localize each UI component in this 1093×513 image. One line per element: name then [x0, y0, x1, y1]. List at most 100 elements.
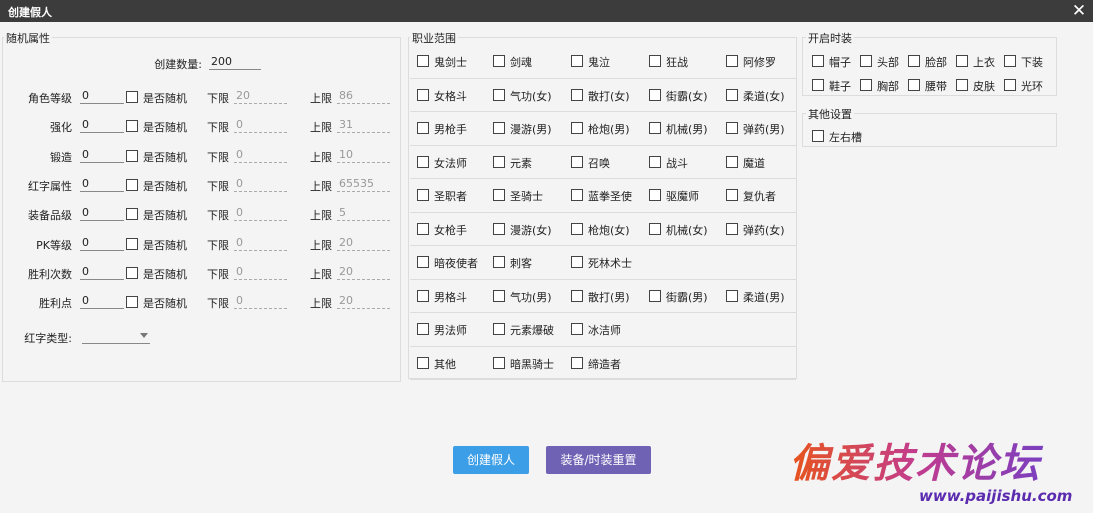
job-checkbox[interactable] — [726, 189, 738, 201]
job-checkbox[interactable] — [417, 55, 429, 67]
fashion-label: 鞋子 — [829, 80, 851, 93]
upper-input[interactable] — [337, 293, 390, 310]
job-checkbox[interactable] — [493, 323, 505, 335]
lower-input[interactable] — [234, 205, 287, 222]
job-label: 复仇者 — [743, 190, 776, 203]
lower-input[interactable] — [234, 146, 287, 163]
fashion-label: 下装 — [1021, 56, 1043, 69]
random-checkbox[interactable] — [126, 91, 138, 103]
attr-label: 锻造 — [50, 150, 72, 164]
job-checkbox[interactable] — [417, 222, 429, 235]
random-checkbox[interactable] — [126, 208, 138, 221]
job-checkbox[interactable] — [417, 256, 429, 268]
job-label: 阿修罗 — [743, 56, 776, 69]
attr-value-input[interactable] — [80, 205, 124, 222]
fashion-checkbox[interactable] — [812, 79, 824, 91]
job-checkbox[interactable] — [571, 55, 583, 67]
reset-equipment-button[interactable]: 装备/时装重置 — [546, 446, 651, 474]
attr-value-input[interactable] — [80, 293, 124, 310]
job-checkbox[interactable] — [493, 256, 505, 268]
upper-input[interactable] — [337, 263, 390, 280]
left-right-slot-checkbox[interactable] — [812, 130, 824, 142]
attr-value-input[interactable] — [80, 117, 124, 134]
lower-input[interactable] — [234, 175, 287, 192]
job-checkbox[interactable] — [417, 289, 429, 302]
upper-input[interactable] — [337, 234, 390, 251]
upper-input[interactable] — [337, 117, 390, 134]
job-checkbox[interactable] — [493, 222, 505, 235]
job-checkbox[interactable] — [417, 356, 429, 369]
job-checkbox[interactable] — [493, 356, 505, 369]
lower-input[interactable] — [234, 263, 287, 280]
job-checkbox[interactable] — [726, 88, 738, 101]
attr-value-input[interactable] — [80, 234, 124, 251]
upper-input[interactable] — [337, 88, 390, 104]
fashion-checkbox[interactable] — [1004, 79, 1016, 91]
job-checkbox[interactable] — [649, 155, 661, 168]
lower-input[interactable] — [234, 293, 287, 310]
fashion-checkbox[interactable] — [956, 79, 968, 91]
job-checkbox[interactable] — [571, 122, 583, 134]
fashion-checkbox[interactable] — [812, 55, 824, 67]
job-checkbox[interactable] — [649, 55, 661, 67]
random-checkbox[interactable] — [126, 237, 138, 250]
random-checkbox[interactable] — [126, 266, 138, 279]
job-checkbox[interactable] — [493, 289, 505, 302]
fashion-checkbox[interactable] — [860, 55, 872, 67]
random-checkbox[interactable] — [126, 296, 138, 309]
job-checkbox[interactable] — [649, 222, 661, 235]
upper-input[interactable] — [337, 205, 390, 222]
job-checkbox[interactable] — [726, 222, 738, 235]
lower-label: 下限 — [207, 297, 229, 311]
job-checkbox[interactable] — [571, 222, 583, 235]
attr-value-input[interactable] — [80, 263, 124, 280]
job-checkbox[interactable] — [571, 323, 583, 335]
job-checkbox[interactable] — [493, 189, 505, 201]
create-count-input[interactable] — [209, 54, 261, 70]
random-checkbox[interactable] — [126, 178, 138, 191]
job-checkbox[interactable] — [493, 122, 505, 134]
job-checkbox[interactable] — [571, 256, 583, 268]
job-checkbox[interactable] — [417, 155, 429, 168]
fashion-label: 皮肤 — [973, 80, 995, 93]
lower-input[interactable] — [234, 234, 287, 251]
job-checkbox[interactable] — [571, 189, 583, 201]
random-checkbox[interactable] — [126, 149, 138, 162]
fashion-checkbox[interactable] — [908, 55, 920, 67]
job-checkbox[interactable] — [726, 289, 738, 302]
create-dummy-button[interactable]: 创建假人 — [453, 446, 529, 474]
job-checkbox[interactable] — [417, 323, 429, 335]
attr-value-input[interactable] — [80, 175, 124, 192]
job-checkbox[interactable] — [571, 155, 583, 168]
fashion-checkbox[interactable] — [1004, 55, 1016, 67]
job-checkbox[interactable] — [571, 356, 583, 369]
job-checkbox[interactable] — [417, 189, 429, 201]
job-checkbox[interactable] — [649, 88, 661, 101]
job-checkbox[interactable] — [493, 155, 505, 168]
close-icon[interactable]: ✕ — [1069, 0, 1089, 22]
random-checkbox[interactable] — [126, 120, 138, 133]
lower-input[interactable] — [234, 88, 287, 104]
job-checkbox[interactable] — [726, 155, 738, 168]
fashion-checkbox[interactable] — [860, 79, 872, 91]
fashion-label: 光环 — [1021, 80, 1043, 93]
job-checkbox[interactable] — [493, 55, 505, 67]
job-checkbox[interactable] — [571, 88, 583, 101]
upper-input[interactable] — [337, 146, 390, 163]
job-checkbox[interactable] — [417, 122, 429, 134]
job-checkbox[interactable] — [649, 122, 661, 134]
job-checkbox[interactable] — [417, 88, 429, 101]
job-checkbox[interactable] — [571, 289, 583, 302]
fashion-checkbox[interactable] — [956, 55, 968, 67]
fashion-checkbox[interactable] — [908, 79, 920, 91]
attr-value-input[interactable] — [80, 146, 124, 163]
job-checkbox[interactable] — [726, 122, 738, 134]
red-type-dropdown[interactable] — [82, 328, 150, 344]
upper-input[interactable] — [337, 175, 390, 192]
job-checkbox[interactable] — [493, 88, 505, 101]
lower-input[interactable] — [234, 117, 287, 134]
attr-value-input[interactable] — [80, 88, 124, 104]
job-checkbox[interactable] — [649, 189, 661, 201]
job-checkbox[interactable] — [726, 55, 738, 67]
job-checkbox[interactable] — [649, 289, 661, 302]
